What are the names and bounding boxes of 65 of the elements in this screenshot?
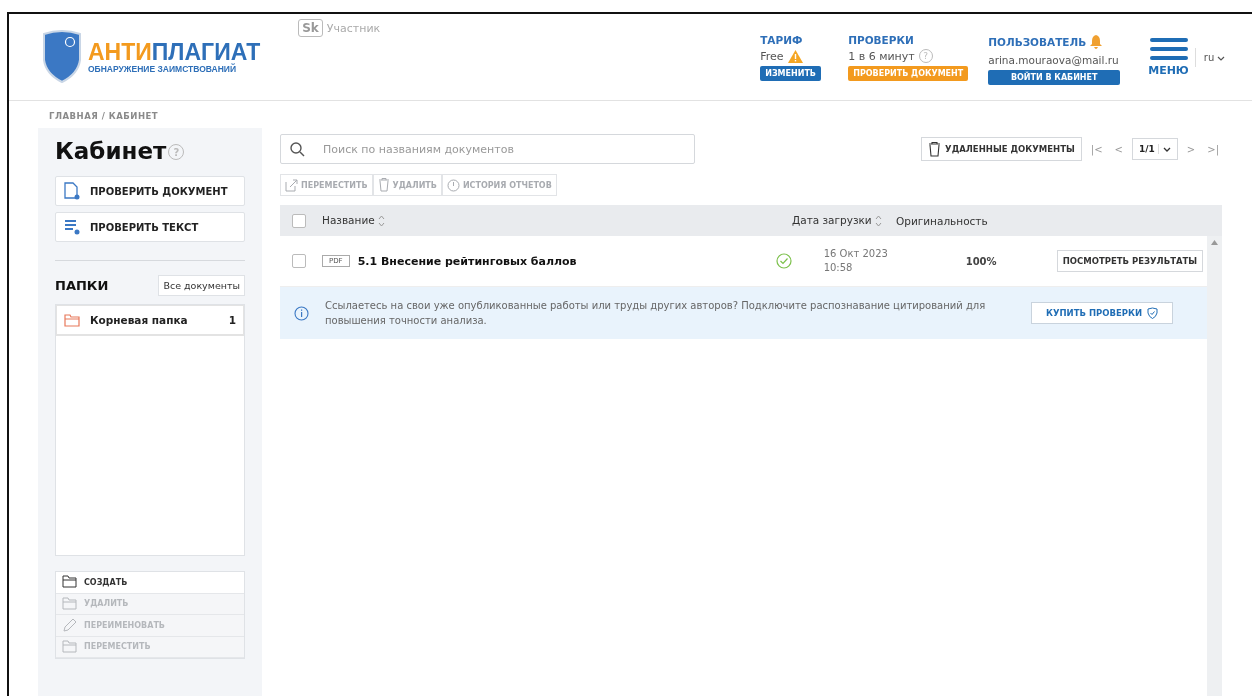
document-name[interactable]: 5.1 Внесение рейтинговых баллов: [357, 254, 776, 268]
shield-check-icon: [1147, 307, 1159, 319]
last-page-button[interactable]: >|: [1204, 143, 1222, 155]
folder-item[interactable]: Корневая папка 1: [56, 305, 244, 336]
page-dropdown[interactable]: 1/1: [1131, 138, 1178, 160]
sk-label: Участник: [326, 21, 381, 35]
sidebar-action-button[interactable]: ПРОВЕРИТЬ ТЕКСТ: [55, 212, 245, 242]
tariff-label: ТАРИФ: [760, 34, 804, 46]
first-page-button[interactable]: |<: [1087, 143, 1106, 155]
row-checkbox[interactable]: [292, 254, 306, 268]
clock-icon: [446, 178, 460, 192]
buy-checks-button[interactable]: КУПИТЬ ПРОВЕРКИ: [1031, 302, 1174, 324]
trash-icon: [928, 141, 942, 157]
chevron-down-icon: [1217, 55, 1226, 61]
checks-label: ПРОВЕРКИ: [848, 34, 915, 46]
folders-title: ПАПКИ: [55, 278, 109, 293]
shield-logo-icon: [42, 30, 82, 84]
folder-name: Корневая папка: [90, 314, 189, 326]
sort-icon: [378, 215, 386, 227]
text-lines-icon: [64, 218, 80, 236]
menu-icon: [1149, 38, 1188, 60]
move-icon: [285, 178, 298, 192]
page-title: Кабинет: [55, 138, 167, 164]
folder-icon: [64, 313, 80, 327]
user-label: ПОЛЬЗОВАТЕЛЬ: [988, 36, 1087, 48]
sk-badge: Sk: [298, 19, 323, 37]
scroll-up-icon[interactable]: [1211, 240, 1218, 245]
logo-title: АНТИПЛАГИАТ: [88, 40, 261, 64]
upload-date: 16 Окт 2023 10:58: [823, 247, 889, 275]
login-cabinet-button[interactable]: ВОЙТИ В КАБИНЕТ: [988, 70, 1121, 85]
user-email: arina.mouraova@mail.ru: [988, 53, 1120, 68]
search-icon: [290, 142, 305, 157]
info-icon: [294, 305, 309, 321]
info-text: Ссылаетесь на свои уже опубликованные работы или труды других авторов? Подключите распознавание цитирований для повышения точности анализа.: [325, 299, 987, 328]
folder-action-button[interactable]: СОЗДАТЬ: [56, 572, 244, 594]
breadcrumb: ГЛАВНАЯ / КАБИНЕТ: [48, 110, 160, 123]
column-header: Оригинальность: [896, 214, 988, 227]
sidebar-action-button[interactable]: ПРОВЕРИТЬ ДОКУМЕНТ: [55, 176, 245, 206]
menu-button[interactable]: МЕНЮ: [1148, 38, 1189, 77]
all-documents-button[interactable]: Все документы: [158, 275, 245, 296]
sort-icon: [875, 215, 883, 227]
column-header[interactable]: Дата загрузки: [792, 214, 896, 227]
view-results-button[interactable]: ПОСМОТРЕТЬ РЕЗУЛЬТАТЫ: [1056, 250, 1204, 272]
bell-icon[interactable]: [1090, 35, 1103, 49]
select-all-checkbox[interactable]: [292, 213, 306, 228]
originality-value: 100%: [964, 255, 998, 267]
deleted-documents-button[interactable]: УДАЛЕННЫЕ ДОКУМЕНТЫ: [921, 137, 1082, 161]
document-icon: [64, 182, 80, 200]
folder-icon: [62, 575, 78, 590]
folder-icon: [62, 596, 78, 611]
change-tariff-button[interactable]: ИЗМЕНИТЬ: [760, 66, 821, 81]
trash-icon: [377, 178, 390, 192]
logo-subtitle: ОБНАРУЖЕНИЕ ЗАИМСТВОВАНИЙ: [88, 63, 237, 74]
checks-value: 1 в 6 минут: [848, 49, 915, 63]
column-header[interactable]: Название: [322, 214, 792, 227]
pencil-icon: [62, 618, 78, 633]
search-field[interactable]: Поиск по названиям документов: [280, 134, 695, 164]
scrollbar[interactable]: [1207, 236, 1222, 696]
tariff-value: Free: [760, 49, 784, 63]
folder-count: 1: [228, 314, 236, 326]
previous-page-button[interactable]: <: [1111, 143, 1126, 155]
language-dropdown[interactable]: ru: [1194, 48, 1234, 67]
folder-icon: [62, 639, 78, 654]
chevron-down-icon: [1162, 147, 1171, 152]
next-page-button[interactable]: >: [1183, 143, 1199, 155]
